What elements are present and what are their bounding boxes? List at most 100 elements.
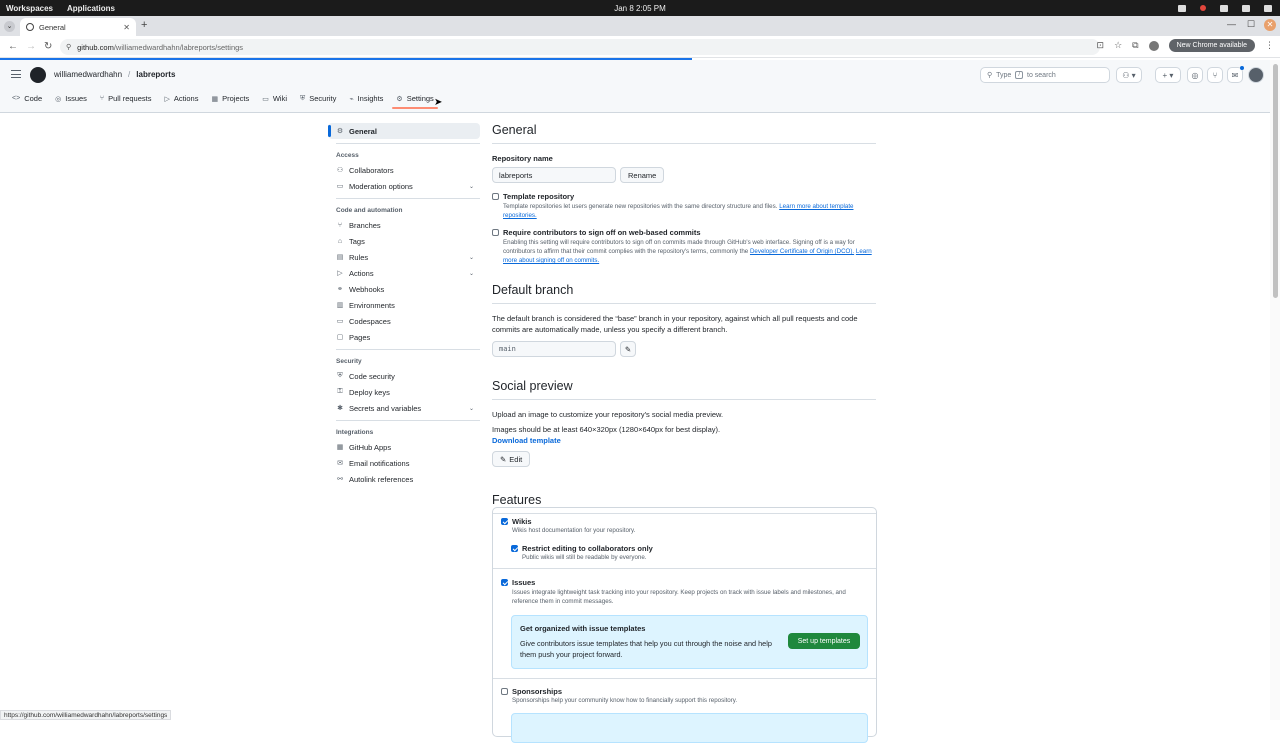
- sidebar-item-environments[interactable]: ▥Environments: [328, 297, 480, 313]
- edit-social-preview-button[interactable]: ✎Edit: [492, 451, 530, 467]
- window-close-icon[interactable]: ✕: [1264, 19, 1276, 31]
- url-path: /williamedwardhahn/labreports/settings: [114, 43, 243, 52]
- maximize-icon[interactable]: ☐: [1247, 19, 1255, 30]
- issues-checkbox[interactable]: [501, 579, 508, 586]
- tab-projects[interactable]: ▦Projects: [211, 94, 249, 109]
- signoff-checkbox[interactable]: [492, 229, 499, 236]
- sidebar-heading-security: Security: [328, 358, 480, 365]
- copilot-button[interactable]: ⚇ ▾: [1116, 67, 1142, 83]
- owner-link[interactable]: williamedwardhahn: [54, 70, 122, 79]
- site-info-icon[interactable]: ⚲: [66, 43, 71, 51]
- hamburger-menu-icon[interactable]: [11, 70, 21, 78]
- sidebar-item-secrets[interactable]: ✱Secrets and variables⌄: [328, 400, 480, 416]
- profile-avatar[interactable]: [1149, 41, 1159, 51]
- tag-icon: ⌂: [336, 238, 344, 245]
- new-tab-icon[interactable]: +: [141, 19, 147, 31]
- tab-settings[interactable]: ⚙Settings: [396, 94, 433, 109]
- os-clock[interactable]: Jan 8 2:05 PM: [0, 4, 1280, 13]
- default-branch-title: Default branch: [492, 283, 876, 304]
- tab-close-icon[interactable]: ✕: [123, 23, 130, 32]
- wifi-icon[interactable]: [1220, 5, 1228, 12]
- user-avatar[interactable]: [1248, 67, 1264, 83]
- github-favicon-icon: [26, 23, 34, 31]
- record-tray-icon[interactable]: [1200, 5, 1206, 11]
- sidebar-divider: [336, 143, 480, 144]
- wikis-checkbox[interactable]: [501, 518, 508, 525]
- rename-button[interactable]: Rename: [620, 167, 664, 183]
- template-repository-label: Template repository: [503, 192, 876, 201]
- url-field[interactable]: ⚲ github.com/williamedwardhahn/labreport…: [60, 39, 1100, 55]
- sidebar-item-pages[interactable]: ▢Pages: [328, 329, 480, 345]
- browser-tab-general[interactable]: General ✕: [20, 18, 136, 36]
- features-divider: [493, 678, 876, 679]
- link-icon: ⚯: [336, 475, 344, 483]
- scrollbar-thumb[interactable]: [1273, 64, 1278, 298]
- minimize-icon[interactable]: —: [1227, 19, 1236, 29]
- sidebar-item-codespaces[interactable]: ▭Codespaces: [328, 313, 480, 329]
- new-chrome-available-button[interactable]: New Chrome available: [1169, 39, 1255, 52]
- general-title: General: [492, 123, 876, 144]
- rules-icon: ▤: [336, 253, 344, 261]
- reload-icon[interactable]: ↻: [44, 41, 52, 52]
- github-logo-icon[interactable]: [30, 67, 46, 83]
- chrome-menu-icon[interactable]: ⋮: [1265, 40, 1274, 51]
- volume-icon[interactable]: [1242, 5, 1250, 12]
- chevron-down-icon: ⌄: [469, 270, 474, 277]
- sidebar-item-collaborators[interactable]: ⚇Collaborators: [328, 162, 480, 178]
- tab-code[interactable]: <>Code: [12, 94, 42, 109]
- edit-branch-pencil-icon[interactable]: ✎: [620, 341, 636, 357]
- social-preview-line1: Upload an image to customize your reposi…: [492, 409, 876, 420]
- branch-icon: ⑂: [336, 222, 344, 229]
- sponsorships-checkbox[interactable]: [501, 688, 508, 695]
- bookmark-star-icon[interactable]: ☆: [1114, 40, 1122, 51]
- template-repository-checkbox[interactable]: [492, 193, 499, 200]
- issues-icon[interactable]: ◎: [1187, 67, 1203, 83]
- set-up-templates-button[interactable]: Set up templates: [788, 633, 860, 649]
- create-new-button[interactable]: + ▾: [1155, 67, 1181, 83]
- play-icon: ▷: [336, 269, 344, 277]
- sidebar-item-general[interactable]: ⚙General: [328, 123, 480, 139]
- back-icon[interactable]: ←: [8, 41, 18, 52]
- workspaces-menu[interactable]: Workspaces: [6, 4, 53, 13]
- sidebar-item-webhooks[interactable]: ⚭Webhooks: [328, 281, 480, 297]
- search-input[interactable]: ⚲ Type / to search: [980, 67, 1110, 83]
- download-template-link[interactable]: Download template: [492, 435, 876, 446]
- tab-pull-requests[interactable]: ⑂Pull requests: [100, 94, 152, 109]
- dco-link[interactable]: Developer Certificate of Origin (DCO).: [750, 248, 854, 255]
- sidebar-item-deploy-keys[interactable]: ⚿Deploy keys: [328, 384, 480, 400]
- tab-actions[interactable]: ▷Actions: [164, 94, 198, 109]
- default-branch-field: main: [492, 341, 616, 357]
- repo-name-label: Repository name: [492, 154, 876, 163]
- sidebar-item-tags[interactable]: ⌂Tags: [328, 233, 480, 249]
- repo-name-input[interactable]: labreports: [492, 167, 616, 183]
- battery-icon[interactable]: [1264, 5, 1272, 12]
- repo-nav: <>Code ◎Issues ⑂Pull requests ▷Actions ▦…: [12, 94, 434, 109]
- sidebar-item-email-notifications[interactable]: ✉Email notifications: [328, 455, 480, 471]
- sidebar-item-moderation[interactable]: ▭Moderation options⌄: [328, 178, 480, 194]
- sidebar-item-branches[interactable]: ⑂Branches: [328, 217, 480, 233]
- tab-wiki[interactable]: ▭Wiki: [262, 94, 287, 109]
- server-icon: ▥: [336, 301, 344, 309]
- restrict-editing-checkbox[interactable]: [511, 545, 518, 552]
- tab-security[interactable]: ⛨Security: [300, 94, 336, 109]
- sidebar-item-rules[interactable]: ▤Rules⌄: [328, 249, 480, 265]
- chevron-down-icon: ⌄: [469, 254, 474, 261]
- chevron-down-icon: ⌄: [469, 183, 474, 190]
- tab-search-icon[interactable]: ⌄: [4, 21, 15, 32]
- tab-issues[interactable]: ◎Issues: [55, 94, 87, 109]
- discord-tray-icon[interactable]: [1178, 5, 1186, 12]
- apps-icon: ▦: [336, 443, 344, 451]
- forward-icon[interactable]: →: [26, 41, 36, 52]
- sidebar-item-autolink[interactable]: ⚯Autolink references: [328, 471, 480, 487]
- repo-link[interactable]: labreports: [136, 70, 175, 79]
- sidebar-item-code-security[interactable]: ⛨Code security: [328, 368, 480, 384]
- tab-insights[interactable]: ⌁Insights: [349, 94, 383, 109]
- sidebar-heading-access: Access: [328, 152, 480, 159]
- install-app-icon[interactable]: ⊡: [1097, 40, 1105, 51]
- extensions-icon[interactable]: ⧉: [1132, 40, 1138, 51]
- sidebar-item-github-apps[interactable]: ▦GitHub Apps: [328, 439, 480, 455]
- applications-menu[interactable]: Applications: [67, 4, 115, 13]
- default-branch-description: The default branch is considered the “ba…: [492, 313, 876, 335]
- sidebar-item-actions[interactable]: ▷Actions⌄: [328, 265, 480, 281]
- pull-requests-icon[interactable]: ⑂: [1207, 67, 1223, 83]
